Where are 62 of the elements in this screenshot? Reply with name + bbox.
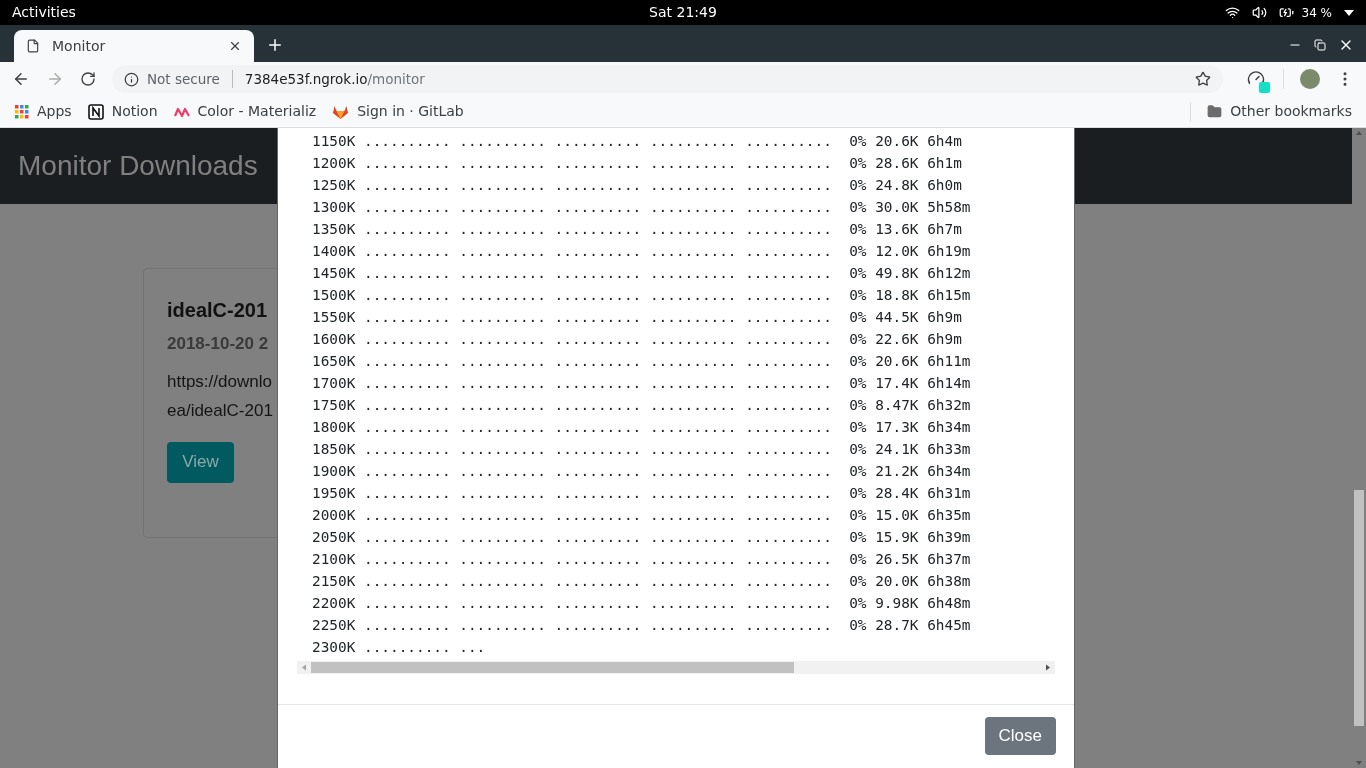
activities-button[interactable]: Activities (12, 2, 412, 23)
log-line: 1400K .......... .......... .......... .......... .......... 0% 12.0K 6h19m (312, 242, 971, 261)
url-text: 7384e53f.ngrok.io/monitor (244, 69, 425, 89)
bookmark-star-icon[interactable] (1195, 71, 1211, 87)
log-line: 1450K .......... .......... .......... .......... .......... 0% 49.8K 6h12m (312, 264, 971, 283)
folder-icon (1207, 104, 1223, 119)
log-line: 1300K .......... .......... .......... .......... .......... 0% 30.0K 5h58m (312, 198, 971, 217)
log-line: 1350K .......... .......... .......... .......... .......... 0% 13.6K 6h7m (312, 220, 962, 239)
log-line: 2200K .......... .......... .......... .......... .......... 0% 9.98K 6h48m (312, 594, 971, 613)
card-date: 2018-10-20 2 (167, 333, 269, 355)
close-tab-icon[interactable] (228, 39, 242, 53)
fox-logo-icon (332, 103, 350, 120)
bookmark-item[interactable]: Color - Materializ (173, 101, 317, 122)
avatar[interactable] (1300, 69, 1320, 89)
log-line: 1750K .......... .......... .......... .......... .......... 0% 8.47K 6h32m (312, 396, 971, 415)
log-line: 1950K .......... .......... .......... .......... .......... 0% 28.4K 6h31m (312, 484, 971, 503)
clock[interactable]: Sat 21:49 (649, 2, 717, 23)
apps-grid-icon (15, 104, 29, 119)
battery-percentage: 34 % (1301, 4, 1332, 22)
bookmark-item[interactable]: Apps (15, 101, 72, 122)
card-url: ea/idealC-201 (167, 399, 273, 422)
bookmark-item[interactable]: Sign in · GitLab (332, 101, 464, 122)
log-line: 1150K .......... .......... .......... .......... .......... 0% 20.6K 6h4m (312, 132, 962, 151)
log-line: 1500K .......... .......... .......... .......... .......... 0% 18.8K 6h15m (312, 286, 971, 305)
log-line: 1550K .......... .......... .......... .......... .......... 0% 44.5K 6h9m (312, 308, 962, 327)
log-line: 2000K .......... .......... .......... .......... .......... 0% 15.0K 6h35m (312, 506, 971, 525)
close-button[interactable]: Close (984, 717, 1056, 755)
log-line: 1200K .......... .......... .......... .......... .......... 0% 28.6K 6h1m (312, 154, 962, 173)
back-icon[interactable] (12, 70, 30, 88)
card-url: https://downlo (167, 370, 272, 393)
new-tab-icon[interactable] (266, 36, 284, 54)
zigzag-logo-icon (173, 106, 190, 117)
reload-icon[interactable] (80, 71, 96, 87)
log-line: 1900K .......... .......... .......... .......... .......... 0% 21.2K 6h34m (312, 462, 971, 481)
bookmark-item[interactable]: Notion (87, 101, 158, 122)
log-line: 2100K .......... .......... .......... .......... .......... 0% 26.5K 6h37m (312, 550, 971, 569)
navbar-title: Monitor Downloads (18, 149, 258, 183)
card-title: idealC-201 (167, 298, 268, 323)
caret-icon[interactable] (1344, 9, 1354, 16)
log-line: 1600K .......... .......... .......... .......... .......... 0% 22.6K 6h9m (312, 330, 962, 349)
address-bar[interactable]: Not secure 7384e53f.ngrok.io/monitor (112, 65, 1223, 93)
battery-icon[interactable] (1278, 5, 1294, 20)
notion-logo-icon (87, 103, 104, 120)
security-label: Not secure (147, 69, 220, 89)
log-line: 2300K .......... ... (312, 638, 486, 657)
log-line: 1700K .......... .......... .......... .......... .......... 0% 17.4K 6h14m (312, 374, 971, 393)
page-icon (26, 39, 40, 53)
log-line: 2250K .......... .......... .......... .......... .......... 0% 28.7K 6h45m (312, 616, 971, 635)
info-icon[interactable] (124, 71, 139, 87)
volume-icon[interactable] (1251, 5, 1267, 20)
log-line: 2050K .......... .......... .......... .......... .......... 0% 15.9K 6h39m (312, 528, 971, 547)
restore-icon[interactable] (1314, 39, 1326, 51)
log-line: 2150K .......... .......... .......... .......... .......... 0% 20.0K 6h38m (312, 572, 971, 591)
log-line: 1850K .......... .......... .......... .......... .......... 0% 24.1K 6h33m (312, 440, 971, 459)
log-line: 1250K .......... .......... .......... .......... .......... 0% 24.8K 6h0m (312, 176, 962, 195)
log-line: 1650K .......... .......... .......... .......... .......... 0% 20.6K 6h11m (312, 352, 971, 371)
tab-title: Monitor (52, 36, 107, 56)
wifi-icon[interactable] (1224, 5, 1240, 20)
other-bookmarks-item[interactable]: Other bookmarks (1207, 101, 1352, 122)
log-line: 1800K .......... .......... .......... .......... .......... 0% 17.3K 6h34m (312, 418, 971, 437)
browser-tab[interactable]: Monitor (14, 30, 254, 62)
horizontal-scrollbar[interactable] (297, 661, 1055, 674)
